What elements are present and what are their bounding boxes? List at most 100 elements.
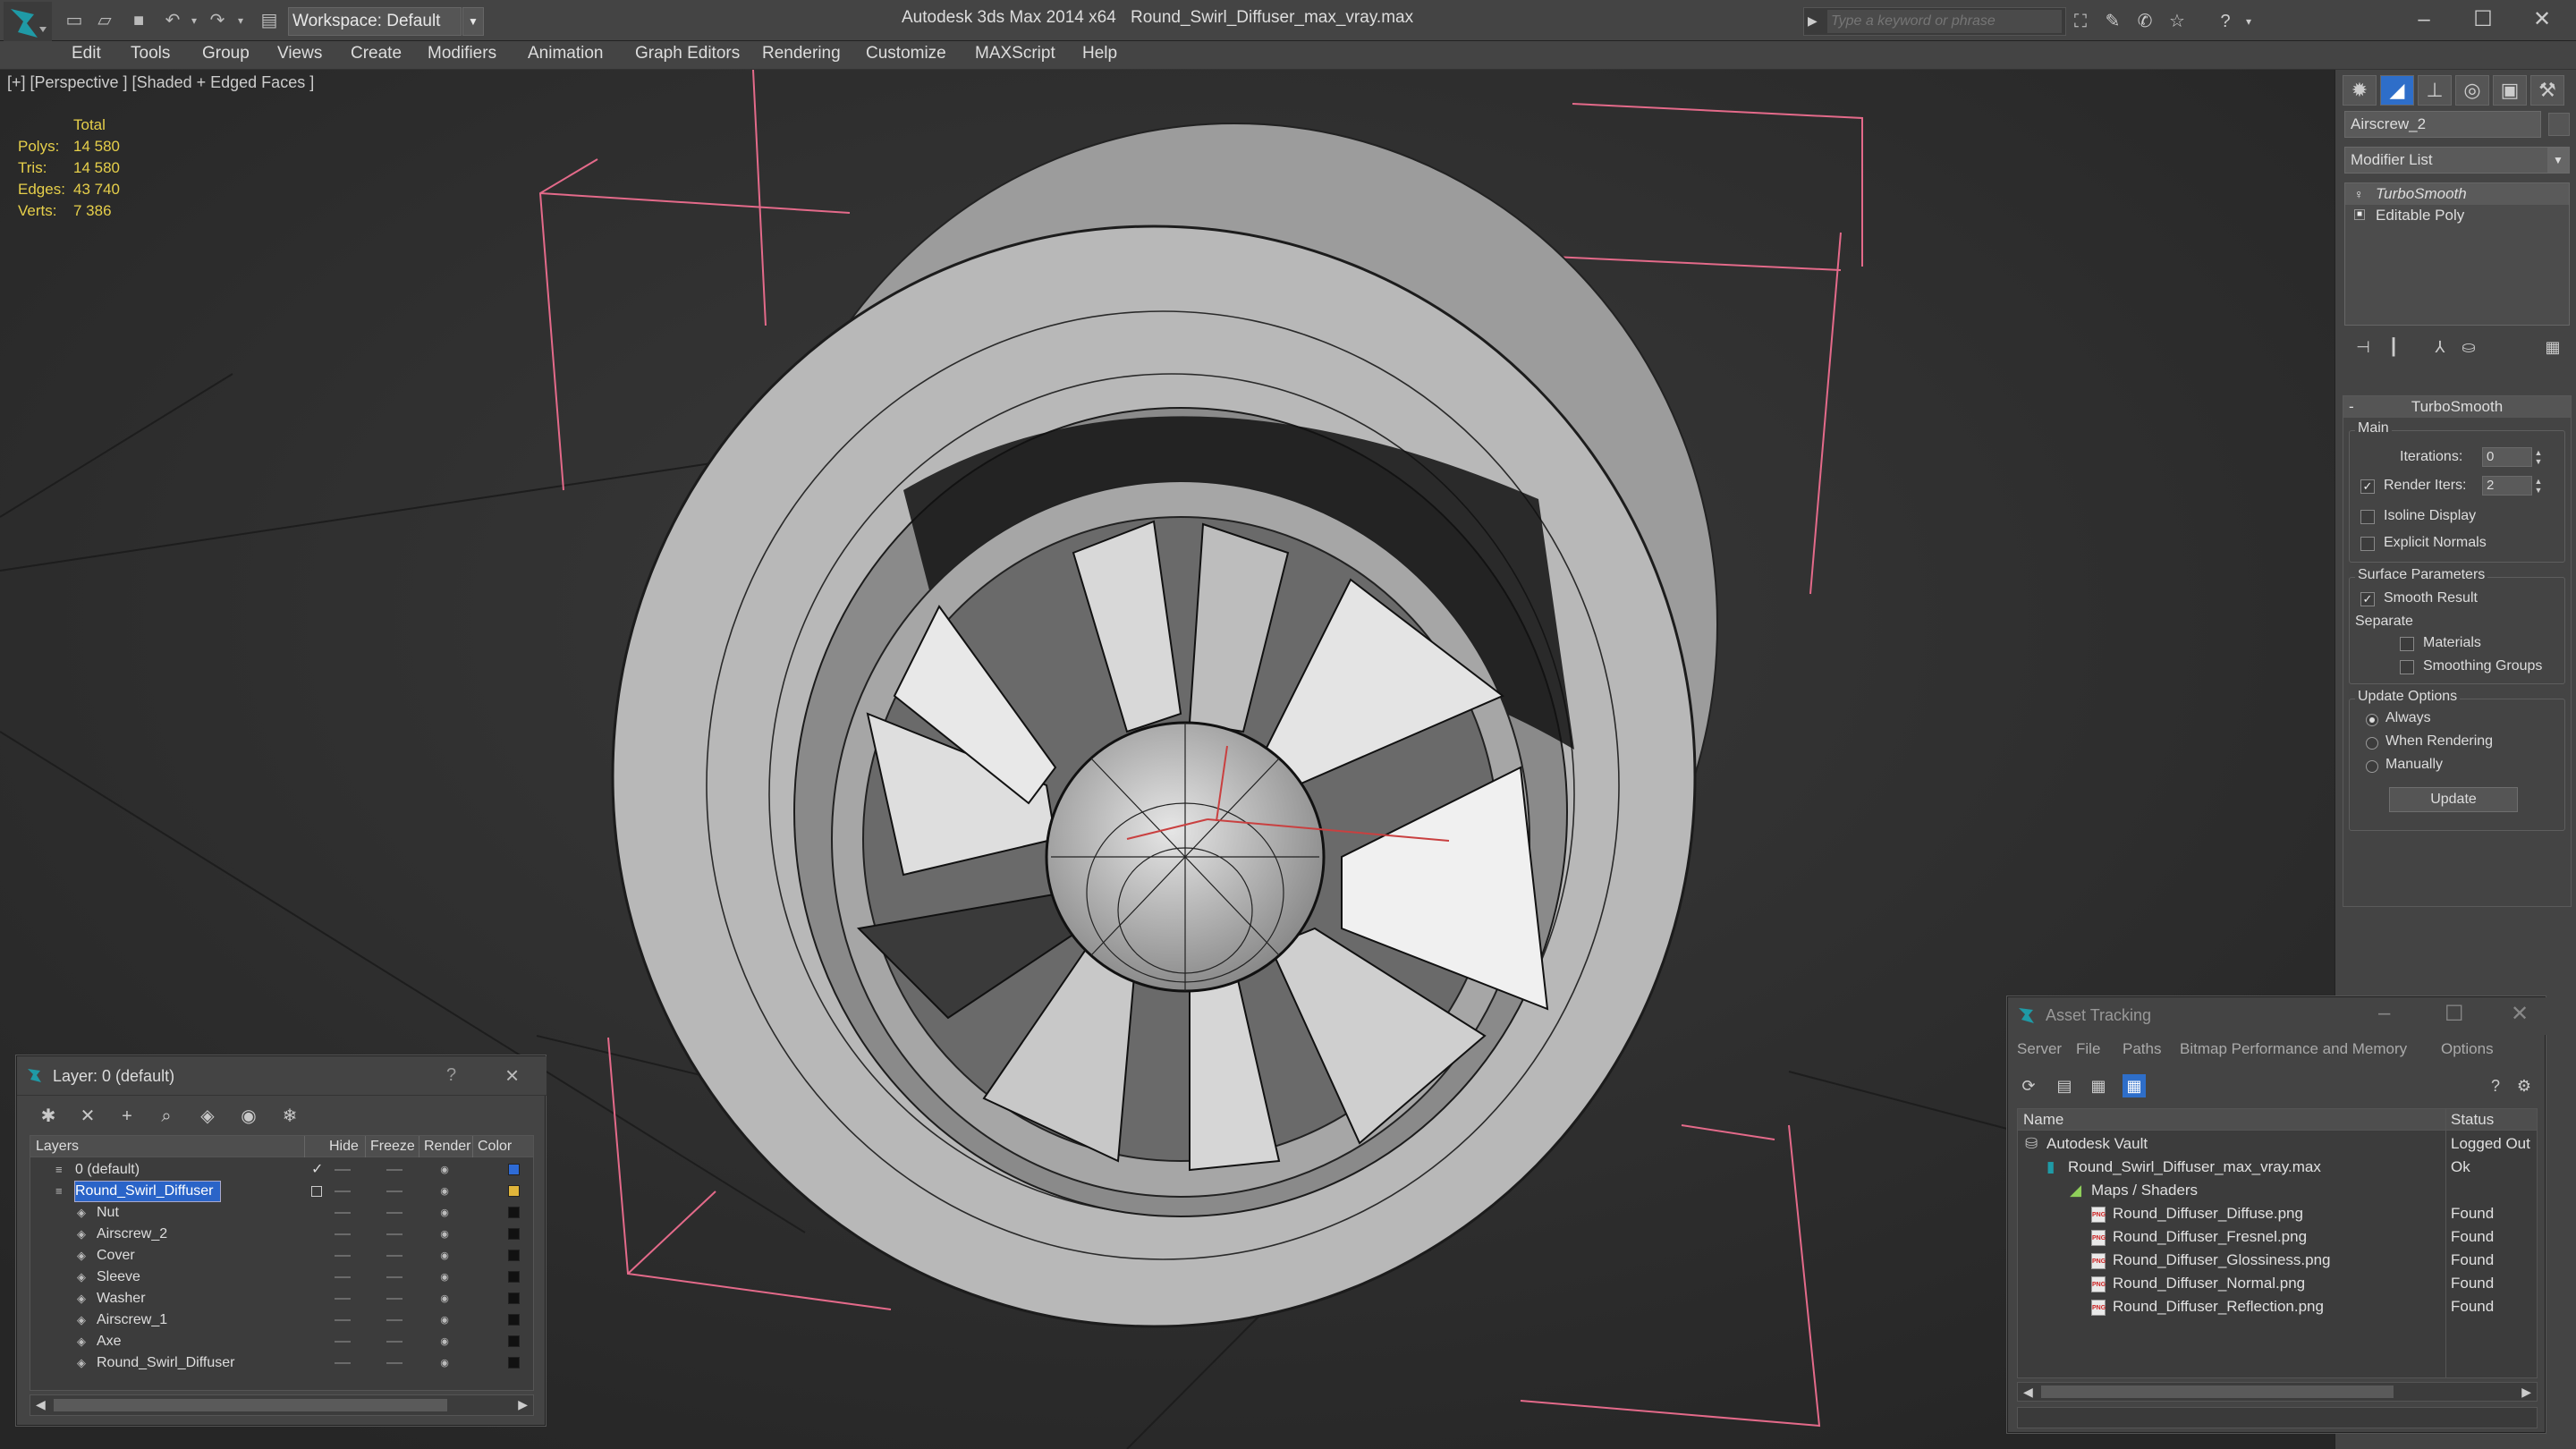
always-radio[interactable] (2366, 714, 2378, 726)
hide-toggle[interactable] (335, 1341, 351, 1343)
column-status[interactable]: Status (2451, 1111, 2494, 1129)
render-teapot-icon[interactable]: ◉ (438, 1293, 451, 1304)
explicit-normals-checkbox[interactable] (2360, 537, 2375, 551)
layer-color-swatch[interactable] (508, 1271, 520, 1283)
column-name[interactable]: Name (2023, 1111, 2063, 1129)
layer-row[interactable]: ◈ Round_Swirl_Diffuser ◉ (30, 1352, 533, 1374)
scroll-right-icon[interactable]: ▶ (518, 1397, 528, 1412)
menu-file[interactable]: File (2076, 1040, 2100, 1058)
render-teapot-icon[interactable]: ◉ (438, 1336, 451, 1347)
spinner-arrows-icon[interactable]: ▲ ▼ (2533, 477, 2544, 495)
hide-toggle[interactable] (335, 1319, 351, 1321)
layer-name[interactable]: 0 (default) (75, 1160, 147, 1180)
menu-create[interactable]: Create (351, 44, 402, 64)
configure-sets-icon[interactable]: ▦ (2541, 336, 2564, 358)
smoothing-groups-checkbox[interactable] (2400, 660, 2414, 674)
layer-row[interactable]: ≡ Round_Swirl_Diffuser ◉ (30, 1181, 533, 1202)
chevron-down-icon[interactable]: ▼ (462, 7, 484, 36)
refresh-icon[interactable]: ⟳ (2017, 1074, 2040, 1097)
active-layer-check-icon[interactable]: ✓ (311, 1159, 323, 1181)
maximize-icon[interactable]: ☐ (2456, 4, 2510, 36)
menu-bitmap-performance[interactable]: Bitmap Performance and Memory (2180, 1040, 2407, 1058)
layer-name[interactable]: Axe (97, 1332, 129, 1352)
layer-row[interactable]: ≡ 0 (default) ✓ ◉ (30, 1159, 533, 1181)
layer-name[interactable]: Round_Swirl_Diffuser (73, 1181, 222, 1202)
communication-icon[interactable]: ✆ (2132, 9, 2157, 34)
list-view-icon[interactable]: ▤ (2053, 1074, 2076, 1097)
asset-row[interactable]: PNG Round_Diffuser_Reflection.png Found (2018, 1295, 2537, 1318)
help-icon[interactable]: ? (2213, 9, 2238, 34)
asset-tracking-titlebar[interactable]: Asset Tracking – ☐ ✕ (2008, 997, 2546, 1035)
layer-row[interactable]: ◈ Airscrew_1 ◉ (30, 1309, 533, 1331)
highlight-layer-icon[interactable]: ◈ (194, 1103, 221, 1130)
layer-color-swatch[interactable] (508, 1250, 520, 1261)
hide-toggle[interactable] (335, 1362, 351, 1364)
layer-color-swatch[interactable] (508, 1164, 520, 1175)
menu-rendering[interactable]: Rendering (762, 44, 841, 64)
minimize-icon[interactable]: – (2378, 1001, 2390, 1026)
column-freeze[interactable]: Freeze (370, 1139, 415, 1155)
layer-row[interactable]: ◈ Sleeve ◉ (30, 1267, 533, 1288)
layer-color-swatch[interactable] (508, 1314, 520, 1326)
asset-row[interactable]: PNG Round_Diffuser_Glossiness.png Found (2018, 1249, 2537, 1272)
asset-row[interactable]: ◢ Maps / Shaders (2018, 1179, 2537, 1202)
menu-tools[interactable]: Tools (131, 44, 170, 64)
search-input[interactable] (1827, 10, 2062, 33)
create-tab-icon[interactable]: ✹ (2343, 75, 2377, 106)
minimize-icon[interactable]: – (2397, 4, 2451, 36)
undo-dropdown-icon[interactable]: ▾ (182, 9, 206, 32)
hide-toggle[interactable] (335, 1233, 351, 1235)
render-teapot-icon[interactable]: ◉ (438, 1229, 451, 1240)
scroll-thumb[interactable] (54, 1399, 447, 1411)
menu-graph-editors[interactable]: Graph Editors (635, 44, 740, 64)
layer-row[interactable]: ◈ Nut ◉ (30, 1202, 533, 1224)
stack-item-turbosmooth[interactable]: ♀ TurboSmooth (2345, 183, 2569, 205)
hide-all-icon[interactable]: ◉ (235, 1103, 262, 1130)
open-file-icon[interactable]: ▱ (93, 9, 116, 32)
undo-icon[interactable]: ↶ (161, 9, 184, 32)
stack-item-editable-poly[interactable]: ■ Editable Poly (2345, 205, 2569, 226)
thumbnail-view-icon[interactable]: ▦ (2087, 1074, 2110, 1097)
chevron-down-icon[interactable]: ▼ (2547, 148, 2569, 173)
subscription-icon[interactable]: ✎ (2100, 9, 2125, 34)
layer-name[interactable]: Cover (97, 1246, 142, 1266)
update-button[interactable]: Update (2389, 787, 2518, 812)
new-file-icon[interactable]: ▭ (63, 9, 86, 32)
menu-modifiers[interactable]: Modifiers (428, 44, 496, 64)
maximize-icon[interactable]: ☐ (2445, 1001, 2464, 1027)
remove-modifier-icon[interactable]: ⛀ (2457, 336, 2480, 358)
render-teapot-icon[interactable]: ◉ (438, 1186, 451, 1197)
redo-dropdown-icon[interactable]: ▾ (229, 9, 252, 32)
layer-color-swatch[interactable] (508, 1335, 520, 1347)
hide-toggle[interactable] (335, 1169, 351, 1171)
layer-name[interactable]: Sleeve (97, 1267, 148, 1287)
menu-animation[interactable]: Animation (528, 44, 604, 64)
asset-row[interactable]: ⛁ Autodesk Vault Logged Out (2018, 1132, 2537, 1156)
make-unique-icon[interactable]: ⅄ (2428, 336, 2452, 358)
render-teapot-icon[interactable]: ◉ (438, 1272, 451, 1283)
render-teapot-icon[interactable]: ◉ (438, 1250, 451, 1261)
delete-layer-icon[interactable]: ✕ (74, 1103, 101, 1130)
layer-row[interactable]: ◈ Airscrew_2 ◉ (30, 1224, 533, 1245)
table-view-icon[interactable]: ▦ (2123, 1074, 2146, 1097)
collapse-icon[interactable]: - (2349, 396, 2354, 418)
layer-row[interactable]: ◈ Washer ◉ (30, 1288, 533, 1309)
menu-paths[interactable]: Paths (2123, 1040, 2161, 1058)
modifier-list-dropdown[interactable]: Modifier List ▼ (2344, 147, 2570, 174)
help-icon[interactable]: ? (446, 1065, 456, 1086)
hide-toggle[interactable] (335, 1255, 351, 1257)
freeze-toggle[interactable] (386, 1341, 402, 1343)
menu-group[interactable]: Group (202, 44, 250, 64)
freeze-toggle[interactable] (386, 1233, 402, 1235)
project-folder-icon[interactable]: ▤ (258, 9, 281, 32)
hide-toggle[interactable] (335, 1298, 351, 1300)
show-end-result-icon[interactable]: ┃ (2382, 336, 2405, 358)
add-to-layer-icon[interactable]: + (114, 1103, 140, 1130)
asset-row[interactable]: PNG Round_Diffuser_Diffuse.png Found (2018, 1202, 2537, 1225)
column-render[interactable]: Render (424, 1139, 470, 1155)
viewport-label[interactable]: [+] [Perspective ] [Shaded + Edged Faces… (7, 73, 314, 92)
column-layers[interactable]: Layers (36, 1139, 79, 1155)
pin-stack-icon[interactable]: ⊣ (2351, 336, 2375, 358)
render-iters-checkbox[interactable]: ✓ (2360, 479, 2375, 494)
scroll-left-icon[interactable]: ◀ (2023, 1385, 2033, 1400)
